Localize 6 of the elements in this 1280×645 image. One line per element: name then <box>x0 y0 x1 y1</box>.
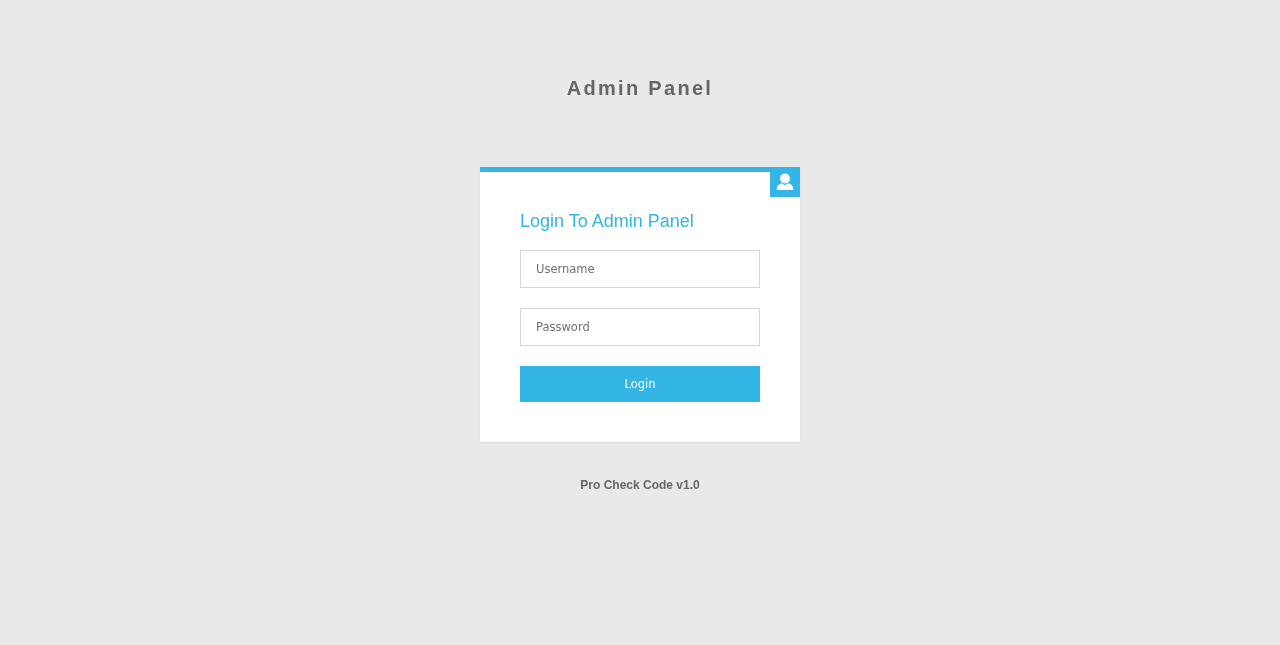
footer-text: Pro Check Code v1.0 <box>580 478 700 492</box>
login-button[interactable]: Login <box>520 366 760 402</box>
login-heading: Login To Admin Panel <box>520 210 694 232</box>
page-title: Admin Panel <box>566 76 714 100</box>
username-field[interactable]: Username <box>520 250 760 288</box>
password-field[interactable]: Password <box>520 308 760 346</box>
